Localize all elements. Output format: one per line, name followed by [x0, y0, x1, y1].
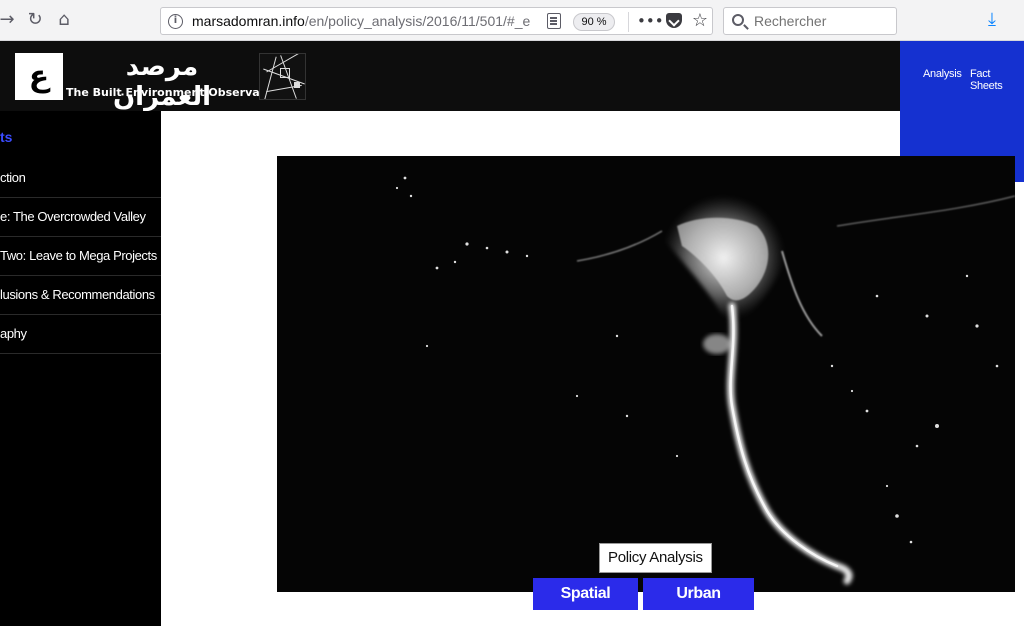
- reload-icon[interactable]: ↻: [24, 9, 46, 31]
- reader-view-icon[interactable]: [547, 13, 561, 29]
- sidebar-item-label: aphy: [0, 326, 27, 341]
- sidebar-contents: ts ction e: The Overcrowded Valley Two: …: [0, 111, 161, 626]
- search-bar[interactable]: Rechercher: [723, 7, 897, 35]
- info-icon[interactable]: i: [168, 14, 183, 29]
- sidebar-item-conclusions[interactable]: lusions & Recommendations: [0, 276, 161, 315]
- sidebar-item-label: ction: [0, 170, 26, 185]
- pocket-icon[interactable]: [666, 13, 682, 28]
- browser-toolbar: → ↻ ⌂ i marsadomran.info/en/policy_analy…: [0, 0, 1024, 41]
- logo-mark[interactable]: ع: [15, 53, 63, 100]
- sidebar-item-label: lusions & Recommendations: [0, 287, 155, 302]
- home-icon[interactable]: ⌂: [53, 9, 75, 31]
- night-satellite-image: [277, 156, 1015, 592]
- forward-arrow-icon[interactable]: →: [0, 9, 18, 31]
- hero-image-nile-at-night: [277, 156, 1015, 592]
- url-text[interactable]: marsadomran.info/en/policy_analysis/2016…: [192, 13, 542, 29]
- sidebar-item-overcrowded-valley[interactable]: e: The Overcrowded Valley: [0, 198, 161, 237]
- url-host: marsadomran.info: [192, 13, 305, 29]
- sidebar-item-bibliography[interactable]: aphy: [0, 315, 161, 354]
- nav-analysis[interactable]: Analysis: [923, 68, 962, 80]
- divider: [628, 12, 629, 32]
- sidebar-title: ts: [0, 129, 13, 145]
- address-bar[interactable]: i marsadomran.info/en/policy_analysis/20…: [160, 7, 713, 35]
- nav-fact-sheets[interactable]: Fact Sheets: [970, 68, 1024, 92]
- sidebar-item-label: e: The Overcrowded Valley: [0, 209, 146, 224]
- policy-analysis-tag[interactable]: Policy Analysis: [599, 543, 712, 573]
- url-path: /en/policy_analysis/2016/11/501/#_e: [304, 13, 531, 29]
- sidebar-item-label: Two: Leave to Mega Projects: [0, 248, 157, 263]
- sidebar-item-mega-projects[interactable]: Two: Leave to Mega Projects: [0, 237, 161, 276]
- download-icon[interactable]: ⤓: [982, 9, 1002, 31]
- search-icon: [732, 14, 744, 26]
- logo-arabic-text[interactable]: مرصد العمران: [82, 52, 242, 112]
- search-placeholder: Rechercher: [754, 13, 827, 29]
- bookmark-star-icon[interactable]: ☆: [690, 11, 710, 31]
- sidebar-item-introduction[interactable]: ction: [0, 159, 161, 198]
- zoom-level[interactable]: 90 %: [573, 13, 615, 31]
- page-actions-icon[interactable]: •••: [637, 11, 664, 31]
- logo-english-text[interactable]: The Built Environment Observatory: [66, 86, 285, 99]
- logo-map-icon: [259, 53, 306, 100]
- category-urban-planning[interactable]: Urban Planning: [643, 578, 754, 634]
- site-header: ع مرصد العمران The Built Environment Obs…: [0, 41, 1024, 112]
- category-spatial-justice[interactable]: Spatial Justice: [533, 578, 638, 634]
